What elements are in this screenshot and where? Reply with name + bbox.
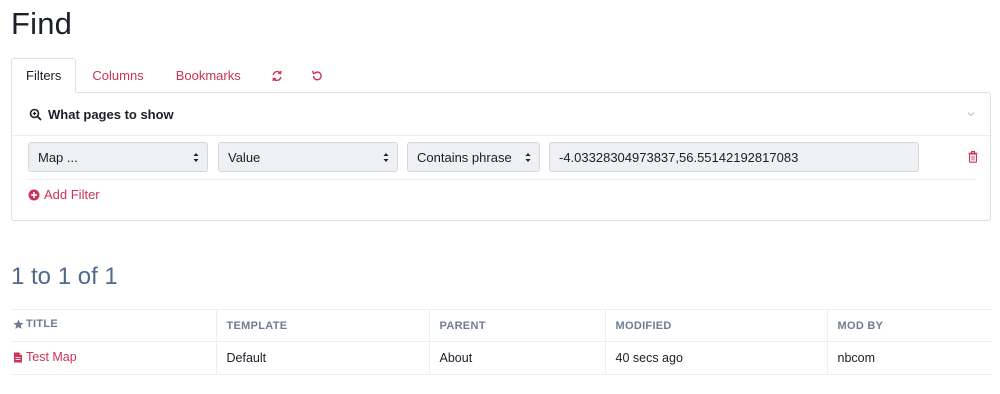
operator-select[interactable]: Contains phrase xyxy=(407,142,540,172)
subfield-select[interactable]: Value xyxy=(218,142,398,172)
cell-template: Default xyxy=(215,341,429,375)
filter-panel-title: What pages to show xyxy=(48,106,174,122)
column-header-template[interactable]: TEMPLATE xyxy=(215,309,429,342)
add-filter-button[interactable]: Add Filter xyxy=(28,187,100,202)
refresh-button[interactable] xyxy=(257,58,297,93)
column-header-parent[interactable]: PARENT xyxy=(428,309,605,342)
trash-icon[interactable] xyxy=(968,151,978,163)
operator-select-value: Contains phrase xyxy=(417,149,512,165)
table-row: Test Map Default About 40 secs ago nbcom xyxy=(11,341,991,375)
column-header-title[interactable]: TITLE xyxy=(11,309,216,342)
field-select[interactable]: Map ... xyxy=(28,142,208,172)
filter-panel: What pages to show Map ... Value Contain… xyxy=(11,92,991,221)
column-header-mod-by[interactable]: MOD BY xyxy=(826,309,991,342)
divider xyxy=(28,179,976,180)
filter-row: Map ... Value Contains phrase -4.0332830… xyxy=(28,142,978,174)
page-link[interactable]: Test Map xyxy=(13,350,77,364)
file-icon xyxy=(14,352,22,363)
reset-button[interactable] xyxy=(297,58,337,93)
table-header-row: TITLE TEMPLATE PARENT MODIFIED MOD BY xyxy=(11,309,991,342)
tab-bookmarks[interactable]: Bookmarks xyxy=(160,58,257,93)
column-header-modified[interactable]: MODIFIED xyxy=(604,309,827,342)
cell-parent: About xyxy=(428,341,605,375)
subfield-select-value: Value xyxy=(228,149,261,165)
search-icon xyxy=(29,108,42,121)
select-arrows-icon xyxy=(383,153,389,162)
select-arrows-icon xyxy=(525,153,531,162)
tab-bar: Filters Columns Bookmarks xyxy=(11,58,337,93)
cell-title: Test Map xyxy=(11,341,216,375)
add-filter-label: Add Filter xyxy=(44,187,100,202)
reset-icon xyxy=(311,70,322,80)
results-table: TITLE TEMPLATE PARENT MODIFIED MOD BY Te… xyxy=(11,309,991,375)
plus-circle-icon xyxy=(28,189,40,200)
cell-mod-by: nbcom xyxy=(826,341,991,375)
page-link-label: Test Map xyxy=(26,350,77,365)
cell-modified: 40 secs ago xyxy=(604,341,827,375)
filter-value-input[interactable]: -4.03328304973837,56.55142192817083 xyxy=(549,142,919,172)
page-title: Find xyxy=(11,6,73,41)
tab-columns[interactable]: Columns xyxy=(76,58,159,93)
star-icon xyxy=(13,319,24,329)
filter-value-text: -4.03328304973837,56.55142192817083 xyxy=(559,149,799,165)
tab-filters[interactable]: Filters xyxy=(11,58,77,93)
chevron-down-icon[interactable] xyxy=(966,109,976,119)
select-arrows-icon xyxy=(193,153,199,162)
refresh-icon xyxy=(272,70,282,81)
filter-panel-header[interactable]: What pages to show xyxy=(12,93,990,136)
results-count: 1 to 1 of 1 xyxy=(11,263,118,290)
field-select-value: Map ... xyxy=(38,149,78,165)
